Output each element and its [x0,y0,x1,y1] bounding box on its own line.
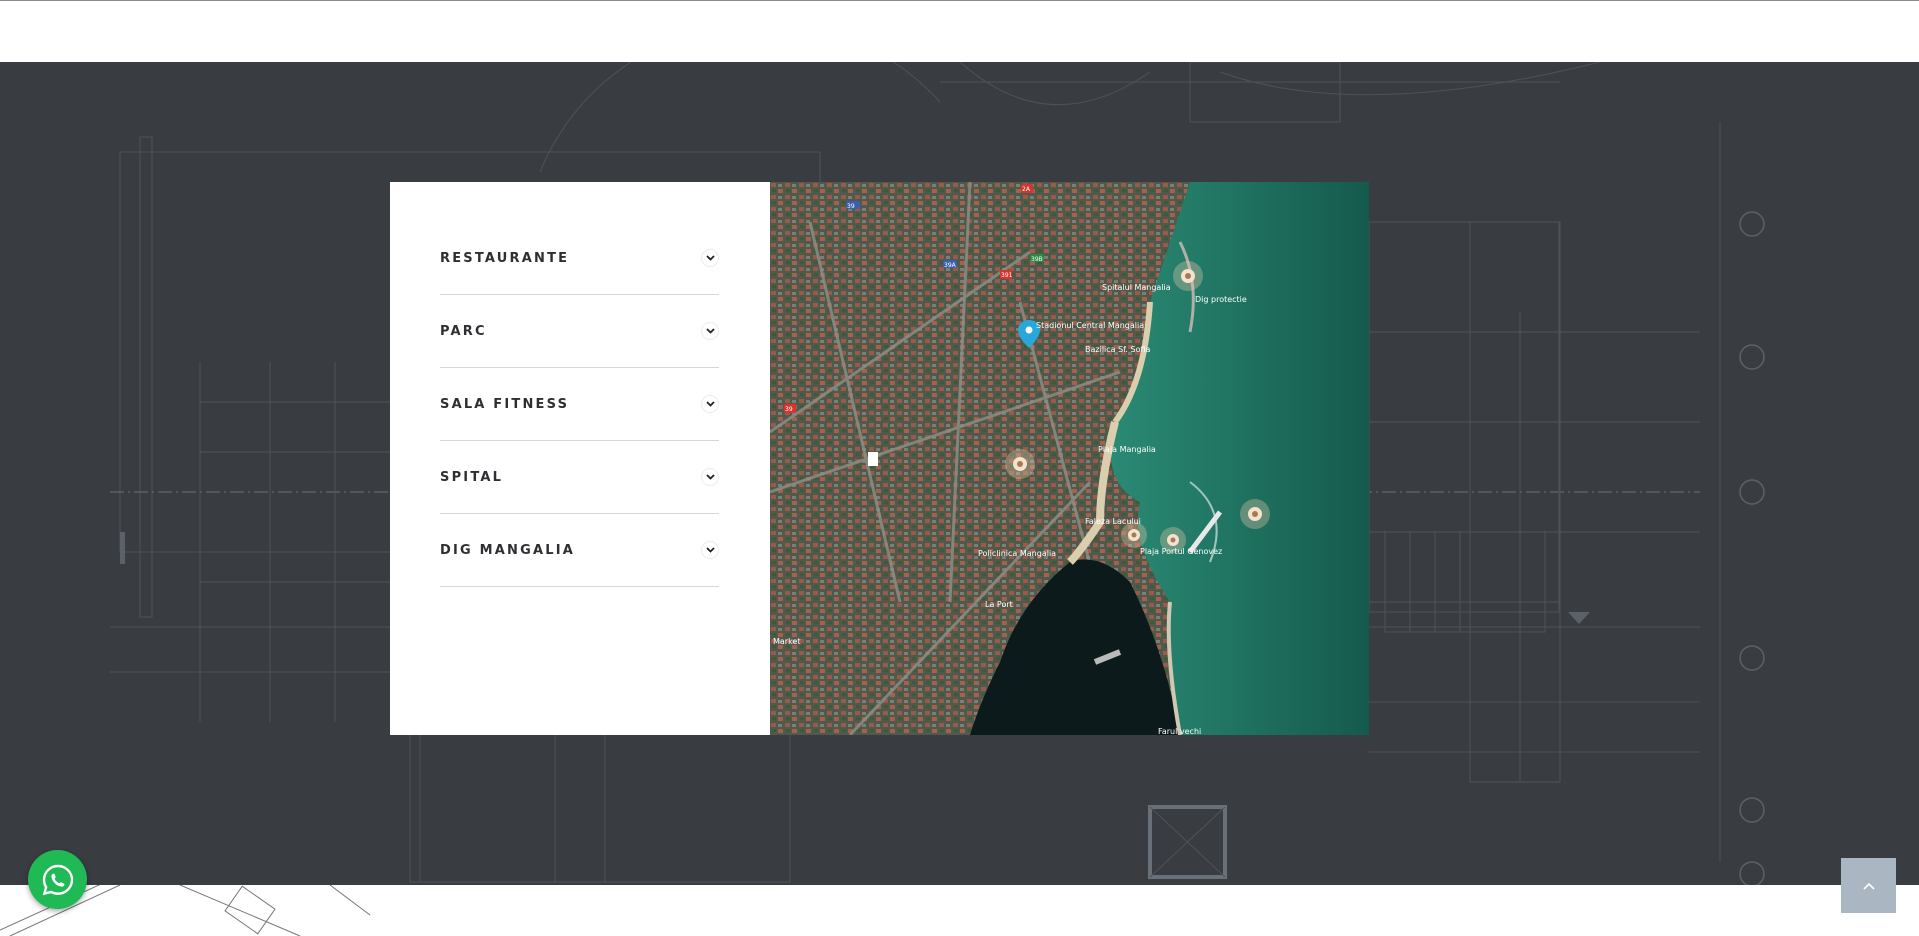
map-label: Plaja Mangalia [1098,445,1156,454]
road-badge: 39 [785,406,793,413]
map-label: Farul vechi [1158,727,1201,735]
satellite-map[interactable]: Spitalul Mangalia Dig protectie Stadionu… [770,182,1369,735]
map-pin-icon[interactable] [1005,449,1035,479]
map-pin-icon[interactable] [1173,261,1203,291]
map-label: Policlinica Mangalia [978,549,1056,558]
whatsapp-button[interactable] [28,850,87,909]
accordion-label: RESTAURANTE [440,250,570,266]
accordion-label: SALA FITNESS [440,396,570,412]
map-square-marker [868,452,878,466]
accordion-item-restaurante[interactable]: RESTAURANTE [440,222,719,295]
chevron-up-icon [1862,882,1875,890]
chevron-down-icon[interactable] [701,249,719,267]
accordion-label: SPITAL [440,469,504,485]
road-badge: 39 [847,203,855,210]
accordion-label: DIG MANGALIA [440,542,576,558]
accordion-item-parc[interactable]: PARC [440,295,719,368]
map-label: Bazilica Sf. Sofia [1085,345,1151,354]
map-label: Plaja Portul Genovez [1140,547,1222,556]
chevron-down-icon[interactable] [701,468,719,486]
map-label: Dig protectie [1195,295,1247,304]
map-label: La Port [985,600,1013,609]
map-pin-icon[interactable] [1240,499,1270,529]
chevron-down-icon[interactable] [701,322,719,340]
chevron-down-icon[interactable] [701,541,719,559]
map-label: Faleza Lacului [1085,517,1141,526]
whatsapp-icon [42,864,73,895]
accordion-item-spital[interactable]: SPITAL [440,441,719,514]
accordion-item-sala-fitness[interactable]: SALA FITNESS [440,368,719,441]
top-header-bar [0,0,1919,62]
map-label: Market [773,637,801,646]
accordion-item-dig-mangalia[interactable]: DIG MANGALIA [440,514,719,587]
road-badge: 39B [1031,256,1043,263]
accordion-label: PARC [440,323,487,339]
map-label: Spitalul Mangalia [1102,283,1171,292]
map-canvas[interactable]: Spitalul Mangalia Dig protectie Stadionu… [770,182,1369,735]
poi-accordion: RESTAURANTE PARC SALA FITNESS SPITAL DIG… [440,222,719,587]
back-to-top-button[interactable] [1841,858,1896,913]
bottom-strip [0,885,1919,936]
map-label: Stadionul Central Mangalia [1036,321,1144,330]
road-badge: 391 [1001,272,1013,279]
chevron-down-icon[interactable] [701,395,719,413]
road-badge: 2A [1022,186,1031,193]
poi-panel: RESTAURANTE PARC SALA FITNESS SPITAL DIG… [390,182,770,735]
road-badge: 39A [944,262,957,269]
